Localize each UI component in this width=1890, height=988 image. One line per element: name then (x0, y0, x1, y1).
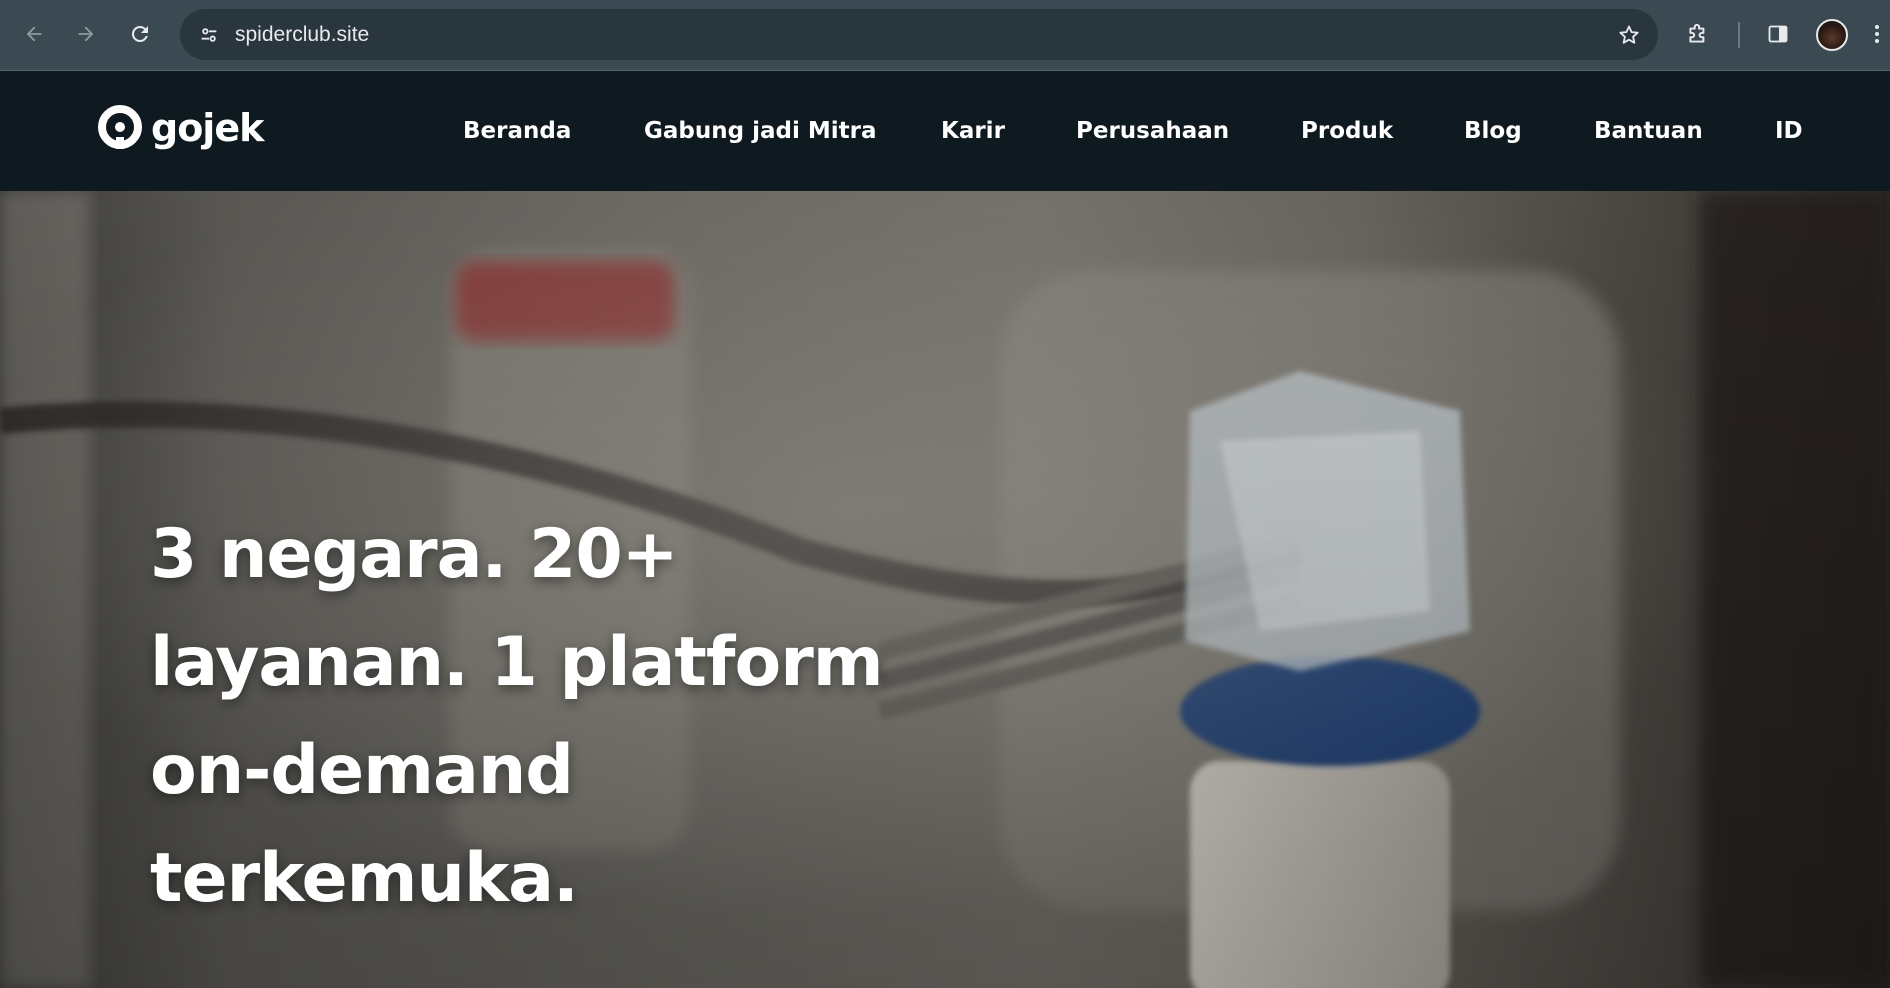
url-text[interactable]: spiderclub.site (235, 9, 369, 60)
back-button[interactable] (12, 12, 56, 56)
tune-icon (201, 28, 217, 42)
puzzle-icon (1689, 23, 1705, 43)
language-switch[interactable]: ID (1775, 72, 1803, 191)
headline-line: 3 negara. 20+ (150, 515, 679, 594)
avatar[interactable] (1816, 19, 1848, 51)
arrow-left-icon (26, 26, 42, 42)
site-settings-button[interactable] (192, 18, 226, 52)
reload-icon (131, 25, 148, 42)
address-bar[interactable]: spiderclub.site (180, 9, 1658, 60)
star-icon (1619, 25, 1639, 44)
side-panel-button[interactable] (1756, 12, 1800, 56)
menu-button[interactable] (1864, 12, 1890, 56)
headline-line: on-demand (150, 731, 574, 810)
headline-line: terkemuka. (150, 839, 579, 918)
nav-bantuan[interactable]: Bantuan (1594, 72, 1703, 191)
hero-headline: 3 negara. 20+ layanan. 1 platform on-dem… (150, 501, 950, 933)
extensions-button[interactable] (1676, 12, 1720, 56)
reload-button[interactable] (118, 12, 162, 56)
more-vert-icon (1875, 25, 1879, 43)
arrow-right-icon (78, 26, 94, 42)
hero-section: 3 negara. 20+ layanan. 1 platform on-dem… (0, 191, 1890, 988)
nav-produk[interactable]: Produk (1301, 72, 1393, 191)
nav-gabung-jadi-mitra[interactable]: Gabung jadi Mitra (644, 72, 876, 191)
browser-toolbar: spiderclub.site (0, 0, 1890, 71)
headline-line: layanan. 1 platform (150, 623, 884, 702)
nav-karir[interactable]: Karir (941, 72, 1005, 191)
nav-blog[interactable]: Blog (1464, 72, 1522, 191)
site-header: gojek Beranda Gabung jadi Mitra Karir Pe… (0, 72, 1890, 191)
nav-perusahaan[interactable]: Perusahaan (1076, 72, 1229, 191)
main-nav: Beranda Gabung jadi Mitra Karir Perusaha… (0, 72, 1890, 191)
bookmark-button[interactable] (1612, 18, 1646, 52)
toolbar-divider (1738, 22, 1740, 48)
forward-button[interactable] (64, 12, 108, 56)
nav-beranda[interactable]: Beranda (463, 72, 571, 191)
side-panel-icon (1768, 25, 1788, 43)
